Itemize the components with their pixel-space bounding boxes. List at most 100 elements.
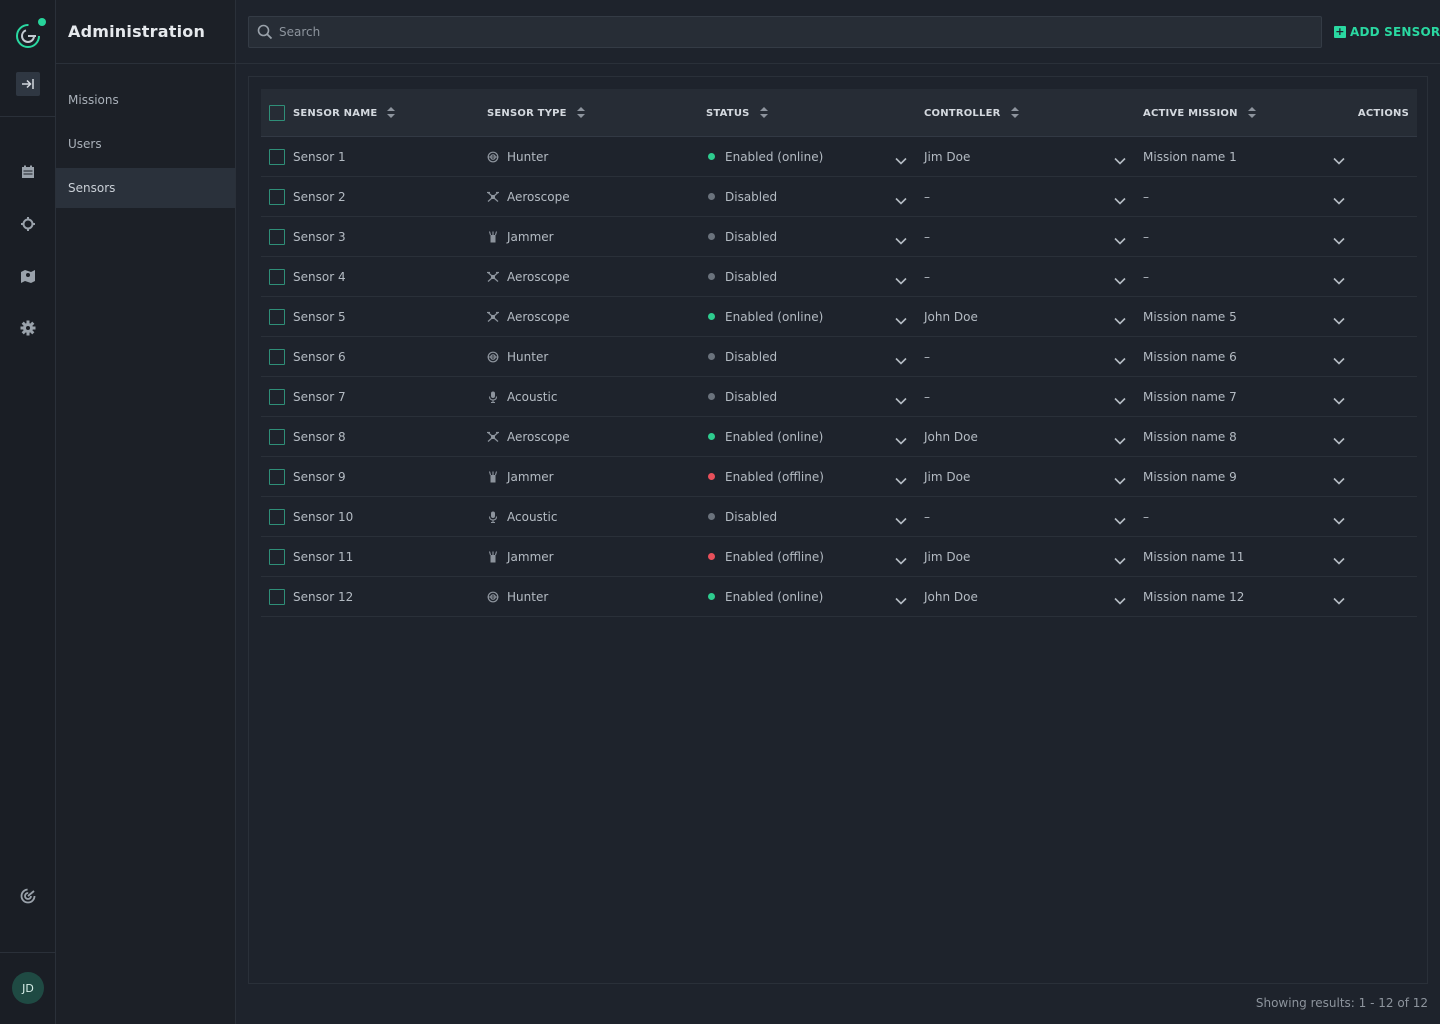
mission-dropdown-chevron-icon[interactable] [1333,391,1345,405]
sidebar-item-users[interactable]: Users [56,124,235,164]
controller-text: – [924,269,930,284]
sort-icon[interactable] [759,107,768,119]
row-checkbox[interactable] [269,349,285,365]
table-row[interactable]: Sensor 10 Acoustic Disabled – – [261,497,1417,537]
mission-dropdown-chevron-icon[interactable] [1333,191,1345,205]
search-input[interactable] [279,17,1309,47]
controller-dropdown-chevron-icon[interactable] [1114,191,1126,205]
row-checkbox[interactable] [269,269,285,285]
row-checkbox[interactable] [269,429,285,445]
hunter-icon [487,351,499,363]
status-text: Enabled (online) [725,429,824,444]
mission-text: Mission name 5 [1143,309,1237,324]
table-row[interactable]: Sensor 12 Hunter Enabled (online) John Doe M… [261,577,1417,617]
mission-dropdown-chevron-icon[interactable] [1333,471,1345,485]
sensor-name: Sensor 2 [293,189,346,204]
sensor-name-cell: Sensor 7 [293,377,346,416]
column-header-sensor-type[interactable]: SENSOR TYPE [487,89,585,137]
row-checkbox[interactable] [269,589,285,605]
status-cell: Enabled (online) [708,577,823,616]
settings-nav-button[interactable] [18,318,38,338]
sort-icon[interactable] [1010,107,1019,119]
table-row[interactable]: Sensor 6 Hunter Disabled – Mission name 6 [261,337,1417,377]
sort-icon[interactable] [1247,107,1256,119]
sidebar-item-missions[interactable]: Missions [56,80,235,120]
mission-text: Mission name 7 [1143,389,1237,404]
controller-dropdown-chevron-icon[interactable] [1114,311,1126,325]
status-dropdown-chevron-icon[interactable] [895,151,907,165]
controller-dropdown-chevron-icon[interactable] [1114,591,1126,605]
controller-dropdown-chevron-icon[interactable] [1114,231,1126,245]
status-dropdown-chevron-icon[interactable] [895,591,907,605]
table-row[interactable]: Sensor 7 Acoustic Disabled – Mission name 7 [261,377,1417,417]
mission-dropdown-chevron-icon[interactable] [1333,351,1345,365]
column-label: ACTIONS [1357,107,1409,119]
mission-dropdown-chevron-icon[interactable] [1333,511,1345,525]
column-header-controller[interactable]: CONTROLLER [924,89,1019,137]
row-checkbox[interactable] [269,229,285,245]
mission-dropdown-chevron-icon[interactable] [1333,431,1345,445]
table-row[interactable]: Sensor 5 Aeroscope Enabled (online) John Do… [261,297,1417,337]
row-checkbox[interactable] [269,149,285,165]
controller-dropdown-chevron-icon[interactable] [1114,351,1126,365]
mission-dropdown-chevron-icon[interactable] [1333,551,1345,565]
table-row[interactable]: Sensor 2 Aeroscope Disabled – – [261,177,1417,217]
table-row[interactable]: Sensor 8 Aeroscope Enabled (online) John Do… [261,417,1417,457]
mission-dropdown-chevron-icon[interactable] [1333,151,1345,165]
column-header-status[interactable]: STATUS [706,89,768,137]
table-row[interactable]: Sensor 11 Jammer Enabled (offline) Jim Doe M… [261,537,1417,577]
table-row[interactable]: Sensor 4 Aeroscope Disabled – – [261,257,1417,297]
controller-dropdown-chevron-icon[interactable] [1114,511,1126,525]
radar-nav-button[interactable] [18,886,38,906]
status-dropdown-chevron-icon[interactable] [895,271,907,285]
status-dropdown-chevron-icon[interactable] [895,431,907,445]
controller-dropdown-chevron-icon[interactable] [1114,391,1126,405]
row-checkbox[interactable] [269,309,285,325]
sort-icon[interactable] [576,107,585,119]
table-row[interactable]: Sensor 3 Jammer Disabled – – [261,217,1417,257]
mission-dropdown-chevron-icon[interactable] [1333,591,1345,605]
column-label: SENSOR TYPE [487,107,567,119]
controller-dropdown-chevron-icon[interactable] [1114,431,1126,445]
crosshair-nav-button[interactable] [18,214,38,234]
status-dropdown-chevron-icon[interactable] [895,551,907,565]
table-header: SENSOR NAME SENSOR TYPE STATUS CONTROLLE… [261,89,1417,137]
controller-dropdown-chevron-icon[interactable] [1114,471,1126,485]
avatar[interactable]: JD [12,972,44,1004]
calendar-nav-button[interactable] [18,162,38,182]
sensor-type-cell: Jammer [487,457,554,496]
status-dropdown-chevron-icon[interactable] [895,191,907,205]
controller-dropdown-chevron-icon[interactable] [1114,151,1126,165]
search-icon [257,24,273,40]
status-cell: Enabled (online) [708,297,823,336]
status-dropdown-chevron-icon[interactable] [895,231,907,245]
controller-dropdown-chevron-icon[interactable] [1114,271,1126,285]
mission-cell: Mission name 12 [1143,577,1244,616]
table-row[interactable]: Sensor 1 Hunter Enabled (online) Jim Doe Mis… [261,137,1417,177]
sort-icon[interactable] [387,107,396,119]
row-checkbox[interactable] [269,509,285,525]
mission-dropdown-chevron-icon[interactable] [1333,271,1345,285]
status-dropdown-chevron-icon[interactable] [895,511,907,525]
select-all-checkbox[interactable] [269,105,285,121]
row-checkbox[interactable] [269,189,285,205]
sidebar-item-sensors[interactable]: Sensors [56,168,235,208]
mission-cell: – [1143,497,1149,536]
row-checkbox[interactable] [269,549,285,565]
status-dropdown-chevron-icon[interactable] [895,311,907,325]
add-sensor-button[interactable]: + ADD SENSOR [1334,22,1440,42]
map-nav-button[interactable] [18,266,38,286]
mission-dropdown-chevron-icon[interactable] [1333,231,1345,245]
controller-dropdown-chevron-icon[interactable] [1114,551,1126,565]
column-header-active-mission[interactable]: ACTIVE MISSION [1143,89,1256,137]
mission-dropdown-chevron-icon[interactable] [1333,311,1345,325]
row-checkbox[interactable] [269,469,285,485]
status-dropdown-chevron-icon[interactable] [895,471,907,485]
column-header-sensor-name[interactable]: SENSOR NAME [293,89,396,137]
status-dropdown-chevron-icon[interactable] [895,351,907,365]
collapse-panel-button[interactable] [16,72,40,96]
app-logo-icon[interactable] [14,22,42,50]
status-dropdown-chevron-icon[interactable] [895,391,907,405]
row-checkbox[interactable] [269,389,285,405]
table-row[interactable]: Sensor 9 Jammer Enabled (offline) Jim Doe Mi… [261,457,1417,497]
